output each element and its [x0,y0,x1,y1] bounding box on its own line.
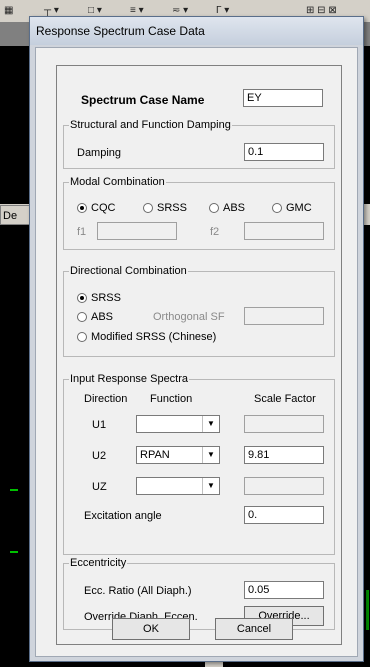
function-uz-select[interactable]: ▼ [136,477,220,495]
radio-dir-srss[interactable] [77,293,87,303]
radio-gmc[interactable] [272,203,282,213]
radio-dir-srss-label: SRSS [91,292,121,304]
excitation-angle-label: Excitation angle [84,510,162,522]
scale-factor-u2-input[interactable]: 9.81 [244,446,324,464]
orthogonal-sf-input[interactable] [244,307,324,325]
radio-abs-label: ABS [223,202,246,214]
radio-gmc-label: GMC [286,202,312,214]
radio-dir-abs-label: ABS [91,311,114,323]
function-u1-select[interactable]: ▼ [136,415,220,433]
background-marker [10,489,18,491]
function-u2-select[interactable]: RPAN ▼ [136,446,220,464]
col-direction-header: Direction [84,393,128,405]
ecc-ratio-label: Ecc. Ratio (All Diaph.) [84,585,192,597]
f2-input[interactable] [244,222,324,240]
background-marker [10,551,18,553]
damping-group: Structural and Function Damping Damping … [63,118,335,169]
cancel-button[interactable]: Cancel [215,618,293,640]
direction-uz-label: UZ [92,481,107,493]
direction-u1-label: U1 [92,419,107,431]
modal-combination-legend: Modal Combination [69,175,166,189]
scale-factor-u1-input[interactable] [244,415,324,433]
scale-factor-uz-input[interactable] [244,477,324,495]
spectrum-case-name-input[interactable]: EY [243,89,323,107]
dialog-title-bar[interactable]: Response Spectrum Case Data [30,17,363,45]
directional-combination-group: Directional Combination SRSS ABS Orthogo… [63,264,335,357]
toolbar-icon[interactable]: ▦ [4,3,13,19]
radio-abs[interactable] [209,203,219,213]
radio-dir-abs[interactable] [77,312,87,322]
response-spectrum-dialog: Response Spectrum Case Data Spectrum Cas… [29,16,364,662]
dialog-title: Response Spectrum Case Data [36,24,205,38]
ok-button[interactable]: OK [112,618,190,640]
f1-input[interactable] [97,222,177,240]
radio-cqc-label: CQC [91,202,116,214]
damping-group-legend: Structural and Function Damping [69,118,232,132]
background-marker [366,590,369,630]
spectrum-case-name-label: Spectrum Case Name [81,93,205,107]
directional-combination-legend: Directional Combination [69,264,188,278]
modal-combination-group: Modal Combination CQC SRSS ABS GMC f1 f2 [63,175,335,250]
radio-srss[interactable] [143,203,153,213]
col-function-header: Function [150,393,193,405]
direction-u2-label: U2 [92,450,107,462]
eccentricity-legend: Eccentricity [69,556,128,570]
background-tab-label: De [3,210,18,222]
excitation-angle-input[interactable]: 0. [244,506,324,524]
f1-label: f1 [77,226,87,238]
damping-label: Damping [77,147,122,159]
function-u2-value: RPAN [140,449,170,461]
orthogonal-sf-label: Orthogonal SF [153,311,225,323]
dropdown-arrow-icon[interactable]: ▼ [202,447,219,463]
ecc-ratio-input[interactable]: 0.05 [244,581,324,599]
dropdown-arrow-icon[interactable]: ▼ [202,416,219,432]
input-response-spectra-group: Input Response Spectra Direction Functio… [63,372,335,555]
radio-srss-label: SRSS [157,202,187,214]
damping-input[interactable]: 0.1 [244,143,324,161]
f2-label: f2 [210,226,220,238]
col-scale-factor-header: Scale Factor [254,393,316,405]
radio-dir-modified-srss[interactable] [77,332,87,342]
eccentricity-group: Eccentricity Ecc. Ratio (All Diaph.) 0.0… [63,556,335,630]
dialog-inner-panel: Spectrum Case Name EY Structural and Fun… [56,65,342,645]
radio-dir-modified-srss-label: Modified SRSS (Chinese) [91,331,217,343]
input-response-spectra-legend: Input Response Spectra [69,372,190,386]
dropdown-arrow-icon[interactable]: ▼ [202,478,219,494]
radio-cqc[interactable] [77,203,87,213]
dialog-client-area: Spectrum Case Name EY Structural and Fun… [35,47,358,657]
